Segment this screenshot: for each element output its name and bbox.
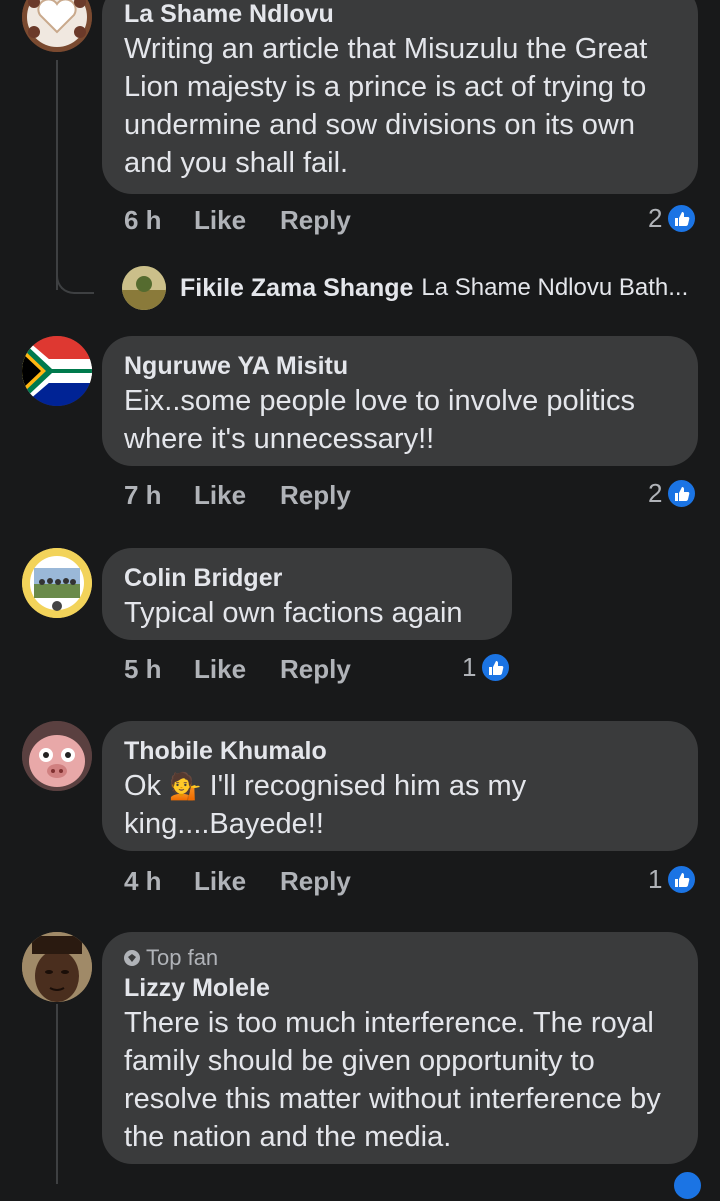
comment-text: Ok 💁 I'll recognised him as my king....B… xyxy=(124,767,676,843)
commenter-name[interactable]: Nguruwe YA Misitu xyxy=(124,350,676,382)
partial-reaction-badge xyxy=(672,1170,703,1201)
like-button[interactable]: Like xyxy=(194,866,280,897)
reaction-count[interactable]: 1 xyxy=(462,652,512,683)
comment-actions: 6 h Like Reply xyxy=(124,205,351,236)
comment-bubble: Nguruwe YA Misitu Eix..some people love … xyxy=(102,336,698,466)
reaction-count[interactable]: 2 xyxy=(648,203,698,234)
timestamp[interactable]: 4 h xyxy=(124,866,194,897)
timestamp[interactable]: 6 h xyxy=(124,205,194,236)
comment-actions: 4 h Like Reply xyxy=(124,866,351,897)
reaction-number: 2 xyxy=(648,203,663,233)
reply-snippet: La Shame Ndlovu Bath... xyxy=(421,274,689,301)
reply-button[interactable]: Reply xyxy=(280,205,351,236)
comment-bubble: Top fan Lizzy Molele There is too much i… xyxy=(102,932,698,1164)
person-tipping-hand-emoji: 💁 xyxy=(169,771,202,801)
commenter-name[interactable]: Colin Bridger xyxy=(124,562,490,594)
avatar[interactable] xyxy=(22,0,92,52)
comment-bubble: Thobile Khumalo Ok 💁 I'll recognised him… xyxy=(102,721,698,851)
commenter-name[interactable]: La Shame Ndlovu xyxy=(124,0,676,30)
reply-author[interactable]: Fikile Zama Shange xyxy=(180,274,413,303)
like-button[interactable]: Like xyxy=(194,654,280,685)
comment-text-start: Ok xyxy=(124,770,162,802)
comment-text: Writing an article that Misuzulu the Gre… xyxy=(124,33,648,179)
avatar[interactable] xyxy=(22,932,92,1002)
like-button[interactable]: Like xyxy=(194,205,280,236)
timestamp[interactable]: 7 h xyxy=(124,480,194,511)
thread-line xyxy=(56,1004,58,1184)
like-thumb-icon xyxy=(666,203,698,234)
reaction-number: 1 xyxy=(462,652,477,682)
reaction-number: 1 xyxy=(648,864,663,894)
comment-actions: 5 h Like Reply xyxy=(124,654,351,685)
comment-actions: 7 h Like Reply xyxy=(124,480,351,511)
like-button[interactable]: Like xyxy=(194,480,280,511)
comment-text: Eix..some people love to involve politic… xyxy=(124,385,635,455)
reaction-count[interactable]: 1 xyxy=(648,864,698,895)
like-thumb-icon xyxy=(666,478,698,509)
top-fan-badge: Top fan xyxy=(124,944,676,972)
comment-bubble: Colin Bridger Typical own factions again xyxy=(102,548,512,640)
reaction-number: 2 xyxy=(648,478,663,508)
comment-text: Typical own factions again xyxy=(124,597,463,629)
like-thumb-icon xyxy=(480,652,512,683)
commenter-name[interactable]: Thobile Khumalo xyxy=(124,735,676,767)
like-thumb-icon xyxy=(666,864,698,895)
reply-button[interactable]: Reply xyxy=(280,654,351,685)
timestamp[interactable]: 5 h xyxy=(124,654,194,685)
reaction-count[interactable]: 2 xyxy=(648,478,698,509)
thread-line xyxy=(56,60,58,290)
comment-text: There is too much interference. The roya… xyxy=(124,1007,661,1153)
reply-button[interactable]: Reply xyxy=(280,866,351,897)
south-africa-flag-avatar[interactable] xyxy=(22,336,92,406)
comment-bubble: La Shame Ndlovu Writing an article that … xyxy=(102,0,698,194)
reply-button[interactable]: Reply xyxy=(280,480,351,511)
commenter-name[interactable]: Lizzy Molele xyxy=(124,972,676,1004)
reply-preview[interactable]: Fikile Zama Shange La Shame Ndlovu Bath.… xyxy=(122,266,688,310)
avatar[interactable] xyxy=(22,548,92,618)
thread-curve xyxy=(56,262,94,294)
top-fan-diamond-icon xyxy=(124,950,140,966)
top-fan-label: Top fan xyxy=(146,945,219,970)
avatar[interactable] xyxy=(22,721,92,791)
avatar[interactable] xyxy=(122,266,166,310)
